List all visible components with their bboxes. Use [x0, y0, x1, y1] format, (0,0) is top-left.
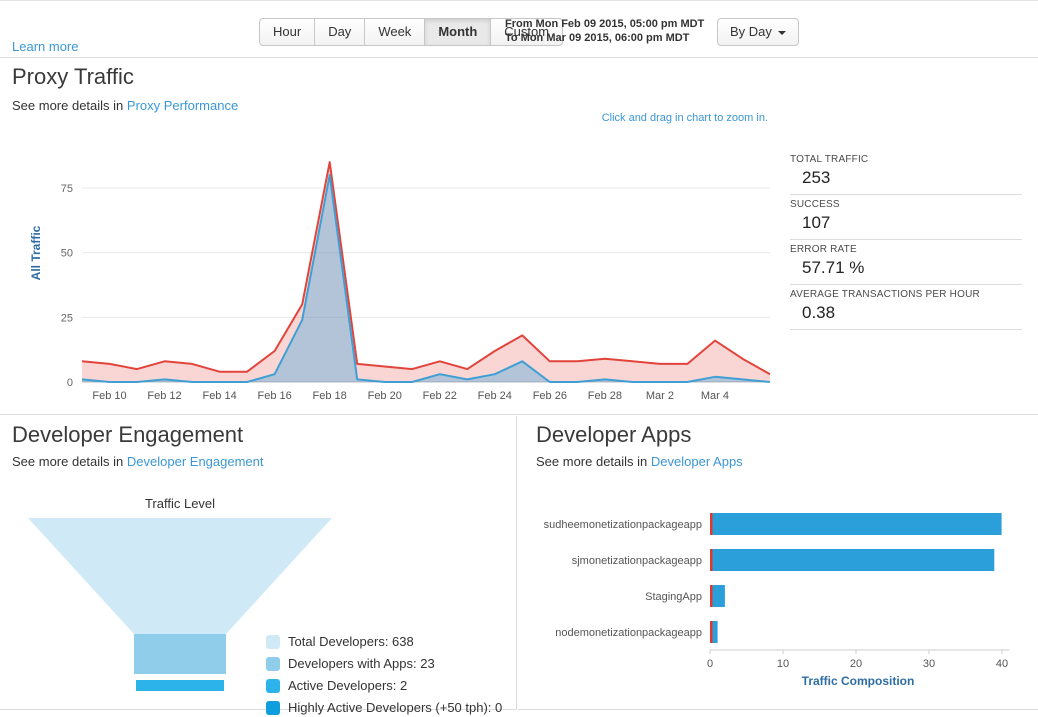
proxy-traffic-subtitle: See more details in Proxy Performance: [12, 98, 238, 113]
subtitle-text: See more details in: [12, 454, 127, 469]
proxy-stats-panel: TOTAL TRAFFIC 253 SUCCESS 107 ERROR RATE…: [790, 150, 1022, 330]
stat-label: AVERAGE TRANSACTIONS PER HOUR: [790, 289, 980, 300]
legend-label: Active Developers: 2: [288, 678, 408, 693]
legend-item-active-developers: Active Developers: 2: [266, 678, 502, 693]
funnel-chart-title: Traffic Level: [144, 496, 216, 511]
svg-text:50: 50: [61, 248, 73, 260]
svg-text:Feb 18: Feb 18: [313, 390, 347, 402]
svg-text:StagingApp: StagingApp: [645, 591, 702, 603]
proxy-traffic-chart[interactable]: 0 25 50 75 Feb 10 Feb 12 Feb 14 Feb 16 Feb 18 Feb…: [48, 130, 778, 408]
legend-label: Developers with Apps: 23: [288, 656, 435, 671]
svg-text:Feb 16: Feb 16: [258, 390, 292, 402]
subtitle-text: See more details in: [12, 98, 127, 113]
proxy-chart-y-axis-label: All Traffic: [29, 225, 43, 281]
svg-text:Feb 12: Feb 12: [147, 390, 181, 402]
proxy-performance-link[interactable]: Proxy Performance: [127, 98, 238, 113]
stat-label: TOTAL TRAFFIC: [790, 154, 869, 165]
funnel-legend: Total Developers: 638 Developers with Ap…: [266, 634, 502, 717]
stat-avg-tph: AVERAGE TRANSACTIONS PER HOUR 0.38: [790, 285, 1022, 330]
developer-engagement-link[interactable]: Developer Engagement: [127, 454, 264, 469]
developer-apps-link[interactable]: Developer Apps: [651, 454, 743, 469]
stat-label: ERROR RATE: [790, 244, 857, 255]
range-button-hour[interactable]: Hour: [259, 18, 316, 46]
svg-text:Feb 28: Feb 28: [588, 390, 622, 402]
date-to-label: To Mon Mar 09 2015, 06:00 pm MDT: [505, 32, 690, 44]
legend-swatch: [266, 678, 280, 693]
range-button-month[interactable]: Month: [424, 18, 492, 46]
svg-text:Mar 2: Mar 2: [646, 390, 674, 402]
legend-label: Highly Active Developers (+50 tph): 0: [288, 700, 503, 715]
toolbar: Learn more Hour Day Week Month Custom Fr…: [0, 0, 1038, 58]
apps-chart-x-axis-label: Traffic Composition: [801, 674, 915, 688]
svg-text:25: 25: [61, 312, 73, 324]
zoom-hint: Click and drag in chart to zoom in.: [601, 112, 768, 124]
svg-text:40: 40: [996, 658, 1008, 670]
svg-text:nodemonetizationpackageapp: nodemonetizationpackageapp: [555, 627, 702, 639]
svg-text:sudheemonetizationpackageapp: sudheemonetizationpackageapp: [544, 519, 702, 531]
svg-text:Feb 22: Feb 22: [423, 390, 457, 402]
svg-text:Feb 26: Feb 26: [533, 390, 567, 402]
developer-engagement-subtitle: See more details in Developer Engagement: [12, 454, 264, 469]
svg-text:75: 75: [61, 183, 73, 195]
date-range: From Mon Feb 09 2015, 05:00 pm MDT To Mo…: [505, 17, 704, 45]
caret-down-icon: [777, 30, 786, 35]
developer-apps-subtitle: See more details in Developer Apps: [536, 454, 743, 469]
analytics-dashboard: Learn more Hour Day Week Month Custom Fr…: [0, 0, 1038, 717]
range-button-day[interactable]: Day: [314, 18, 366, 46]
legend-swatch: [266, 700, 280, 715]
svg-text:0: 0: [707, 658, 713, 670]
learn-more-link[interactable]: Learn more: [12, 39, 78, 54]
granularity-dropdown[interactable]: By Day: [717, 18, 799, 46]
stat-success: SUCCESS 107: [790, 195, 1022, 240]
legend-swatch: [266, 634, 280, 649]
developer-apps-section: Developer Apps See more details in Devel…: [518, 416, 1038, 710]
developer-apps-bar-chart: sudheemonetizationpackageapp sjmonetizati…: [544, 513, 1010, 670]
stat-total-traffic: TOTAL TRAFFIC 253: [790, 150, 1022, 195]
date-from-label: From Mon Feb 09 2015, 05:00 pm MDT: [505, 18, 705, 30]
svg-text:Feb 24: Feb 24: [478, 390, 512, 402]
granularity-label: By Day: [730, 24, 772, 39]
legend-item-highly-active-developers: Highly Active Developers (+50 tph): 0: [266, 700, 502, 715]
stat-value: 107: [802, 213, 831, 232]
svg-text:sjmonetizationpackageapp: sjmonetizationpackageapp: [572, 555, 702, 567]
developer-apps-title: Developer Apps: [536, 422, 692, 447]
legend-label: Total Developers: 638: [288, 634, 414, 649]
svg-text:Feb 14: Feb 14: [202, 390, 236, 402]
stat-value: 253: [802, 168, 831, 187]
stat-error-rate: ERROR RATE 57.71 %: [790, 240, 1022, 285]
range-button-week[interactable]: Week: [364, 18, 426, 46]
svg-text:20: 20: [850, 658, 862, 670]
svg-text:Feb 20: Feb 20: [368, 390, 402, 402]
svg-text:0: 0: [67, 377, 73, 389]
svg-text:10: 10: [777, 658, 789, 670]
svg-text:30: 30: [923, 658, 935, 670]
subtitle-text: See more details in: [536, 454, 651, 469]
svg-text:Feb 10: Feb 10: [92, 390, 126, 402]
svg-text:Mar 4: Mar 4: [701, 390, 729, 402]
stat-value: 57.71 %: [802, 258, 865, 277]
developer-engagement-section: Developer Engagement See more details in…: [0, 416, 517, 715]
developer-engagement-title: Developer Engagement: [12, 422, 244, 447]
proxy-traffic-section: Proxy Traffic See more details in Proxy …: [0, 58, 1038, 415]
legend-swatch: [266, 656, 280, 671]
stat-value: 0.38: [802, 303, 836, 322]
legend-item-developers-with-apps: Developers with Apps: 23: [266, 656, 502, 671]
proxy-traffic-title: Proxy Traffic: [12, 64, 134, 89]
legend-item-total-developers: Total Developers: 638: [266, 634, 502, 649]
stat-label: SUCCESS: [790, 199, 840, 210]
